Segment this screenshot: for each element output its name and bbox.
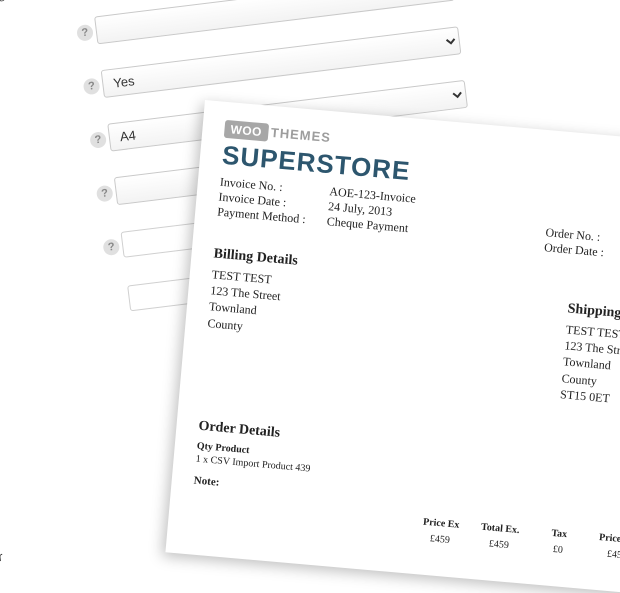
company-number-label: Company Number bbox=[0, 532, 137, 576]
help-icon[interactable]: ? bbox=[102, 238, 120, 256]
note-label: Note: bbox=[193, 474, 220, 488]
help-icon[interactable]: ? bbox=[83, 77, 101, 95]
registered-office-label: Registered Office bbox=[0, 466, 129, 510]
help-icon[interactable]: ? bbox=[76, 24, 94, 42]
themes-text: THEMES bbox=[270, 125, 331, 145]
orientation-label: Orientation bbox=[0, 187, 95, 231]
company-name-label: Company Name bbox=[0, 294, 108, 338]
help-icon[interactable]: ? bbox=[89, 131, 107, 149]
totals-block: Price Ex Total Ex. Tax Price Inc £459 £4… bbox=[411, 512, 620, 564]
billing-heading: Billing Details bbox=[213, 246, 298, 269]
company-info-label: Company Information bbox=[0, 347, 114, 391]
size-label: Size bbox=[0, 133, 88, 177]
invoice-meta-right: Order No. :1018 Order Date :24 July, bbox=[544, 203, 620, 266]
invoice-preview: WOOTHEMES SUPERSTORE Invoice No. :AOE-12… bbox=[165, 100, 620, 593]
logo-label: PDF Logo bbox=[0, 240, 101, 284]
registered-name-label: Registered Name bbox=[0, 413, 122, 457]
woo-badge: WOO bbox=[224, 120, 269, 142]
shipping-address: TEST TEST 123 The Street Townland County… bbox=[560, 321, 620, 410]
billing-address: TEST TEST 123 The Street Townland County bbox=[207, 266, 297, 338]
help-icon[interactable]: ? bbox=[96, 185, 114, 203]
tax-number-label: Tax Number bbox=[0, 586, 144, 593]
attach-label: PDF to New Order email bbox=[0, 79, 81, 123]
